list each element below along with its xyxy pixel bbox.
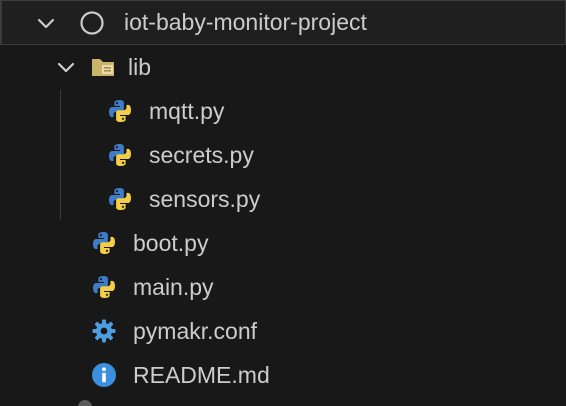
chevron-down-icon[interactable] <box>56 57 76 77</box>
file-name: mqtt.py <box>149 97 225 124</box>
python-file-icon <box>90 273 118 301</box>
python-file-icon <box>106 141 134 169</box>
partial-next-item-icon <box>78 400 92 406</box>
file-row-pymakr[interactable]: pymakr.conf <box>0 309 566 353</box>
python-file-icon <box>106 185 134 213</box>
file-explorer: iot-baby-monitor-project lib mqtt.py sec… <box>0 0 566 406</box>
python-file-icon <box>106 97 134 125</box>
file-name: main.py <box>133 273 214 300</box>
file-row-mqtt[interactable]: mqtt.py <box>0 89 566 133</box>
file-name: boot.py <box>133 229 209 256</box>
folder-row-lib[interactable]: lib <box>0 45 566 89</box>
file-row-readme[interactable]: README.md <box>0 353 566 397</box>
file-name: README.md <box>133 361 270 388</box>
info-icon <box>90 361 118 389</box>
folder-name: lib <box>128 53 152 80</box>
chevron-down-icon[interactable] <box>36 13 56 33</box>
circle-outline-icon <box>78 9 106 37</box>
file-row-secrets[interactable]: secrets.py <box>0 133 566 177</box>
project-root-row[interactable]: iot-baby-monitor-project <box>0 0 566 45</box>
file-row-sensors[interactable]: sensors.py <box>0 177 566 221</box>
project-name: iot-baby-monitor-project <box>124 9 367 35</box>
file-row-main[interactable]: main.py <box>0 265 566 309</box>
folder-open-icon <box>90 53 118 81</box>
file-name: pymakr.conf <box>133 317 257 344</box>
gear-icon <box>90 317 118 345</box>
file-row-boot[interactable]: boot.py <box>0 221 566 265</box>
python-file-icon <box>90 229 118 257</box>
file-name: sensors.py <box>149 185 261 212</box>
file-name: secrets.py <box>149 141 254 168</box>
